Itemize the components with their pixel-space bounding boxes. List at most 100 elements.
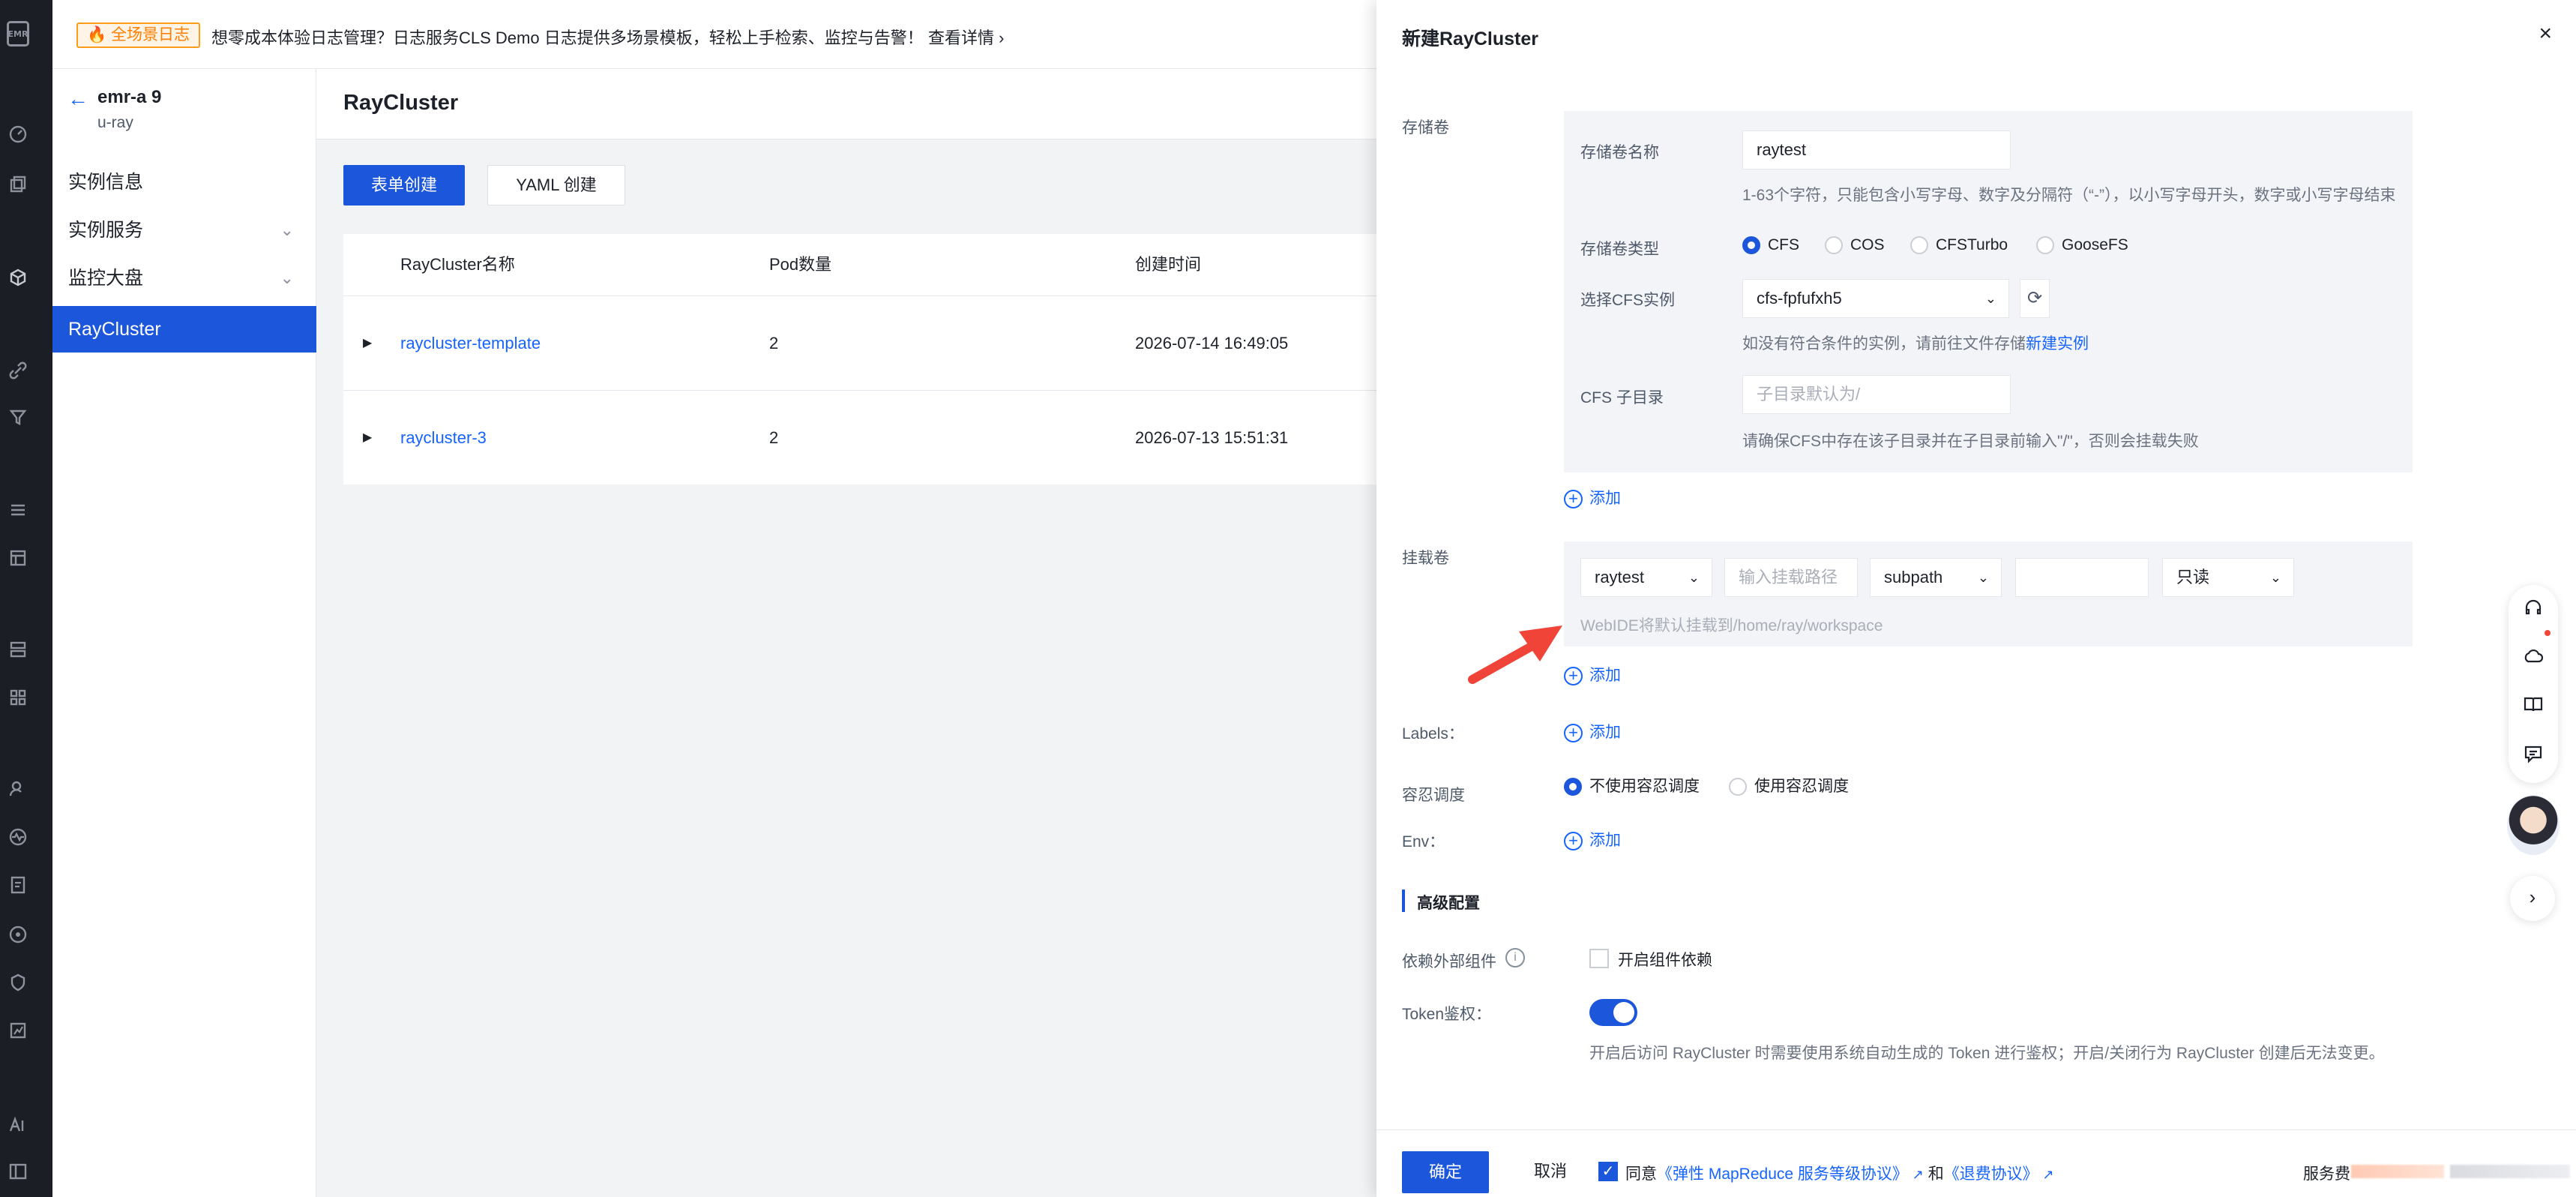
cube-icon[interactable] <box>7 267 28 288</box>
cfs-instance-hint: 如没有符合条件的实例，请前往文件存储新建实例 <box>1742 332 2089 354</box>
agreement-text: 同意《弹性 MapReduce 服务等级协议》 ↗ 和《退费协议》 ↗ <box>1625 1162 2054 1184</box>
env-label: Env： <box>1402 833 1445 850</box>
storage-type-cos-radio[interactable]: COS <box>1825 234 1885 256</box>
form-create-button[interactable]: 表单创建 <box>343 165 465 206</box>
labels-add-button[interactable]: + 添加 <box>1564 722 1621 744</box>
radio-dot-icon <box>1729 778 1747 796</box>
chevron-right-icon[interactable]: › <box>2510 876 2555 921</box>
ai-icon[interactable] <box>7 1114 28 1136</box>
cloud-upload-icon[interactable] <box>2522 645 2545 668</box>
sidebar-item-raycluster[interactable]: RayCluster <box>52 306 316 352</box>
external-link-icon: ↗ <box>1912 1167 1924 1182</box>
chart-icon[interactable] <box>7 1020 28 1041</box>
banner-detail-link[interactable]: 查看详情 › <box>928 25 1004 49</box>
arrow-left-icon[interactable]: ← <box>67 87 88 111</box>
created-time: 2026-07-13 15:51:31 <box>1135 428 1289 447</box>
agree-checkbox[interactable]: ✓ <box>1598 1162 1618 1181</box>
agree-prefix: 同意 <box>1625 1166 1657 1183</box>
expand-row-icon[interactable]: ▶ <box>363 391 372 485</box>
sidebar-item-label: 监控大盘 <box>68 268 144 289</box>
headset-icon[interactable] <box>2522 597 2545 620</box>
sidebar-item-instance-services[interactable]: 实例服务 ⌄ <box>52 207 316 254</box>
plus-circle-icon: + <box>1564 832 1583 850</box>
mount-volume-select[interactable]: raytest ⌄ <box>1580 558 1712 597</box>
link-icon[interactable] <box>7 360 28 381</box>
radio-label: CFS <box>1768 236 1799 254</box>
dashboard-icon[interactable] <box>7 124 28 145</box>
banner-tag-label: 全场景日志 <box>110 26 190 44</box>
subpath-select[interactable]: subpath ⌄ <box>1870 558 2002 597</box>
cancel-button[interactable]: 取消 <box>1507 1151 1594 1193</box>
emr-logo-icon[interactable]: EMR <box>7 21 29 46</box>
report-icon[interactable] <box>7 874 28 896</box>
token-auth-toggle[interactable] <box>1589 999 1637 1026</box>
confirm-button[interactable]: 确定 <box>1402 1151 1489 1193</box>
raycluster-table: RayCluster名称 Pod数量 创建时间 ▶ raycluster-tem… <box>343 234 1376 484</box>
feedback-icon[interactable] <box>2522 742 2545 765</box>
user-settings-icon[interactable] <box>7 778 28 800</box>
radio-label: GooseFS <box>2062 236 2128 254</box>
promo-banner: 🔥 全场景日志 想零成本体验日志管理？日志服务CLS Demo 日志提供多场景模… <box>52 0 1376 69</box>
list-icon[interactable] <box>7 500 28 520</box>
drawer-footer: 确定 取消 ✓ 同意《弹性 MapReduce 服务等级协议》 ↗ 和《退费协议… <box>1376 1130 2576 1197</box>
cfs-subdir-input[interactable]: 子目录默认为/ <box>1742 375 2011 414</box>
instance-sidebar: ← emr-a 9 u-ray 实例信息 实例服务 ⌄ 监控大盘 ⌄ RayClus… <box>52 69 316 1197</box>
assistant-avatar[interactable] <box>2507 795 2560 855</box>
book-icon[interactable] <box>2522 693 2545 716</box>
yaml-create-button[interactable]: YAML 创建 <box>487 165 625 206</box>
cfs-instance-label: 选择CFS实例 <box>1580 292 1675 309</box>
mount-hint: WebIDE将默认挂载到/home/ray/workspace <box>1580 617 1883 634</box>
page-title: RayCluster <box>343 91 459 115</box>
monitor-icon[interactable] <box>7 826 28 848</box>
filter-icon[interactable] <box>7 406 28 428</box>
shield-icon[interactable] <box>7 972 28 993</box>
component-dependency-checkbox[interactable] <box>1589 949 1609 968</box>
chevron-down-icon: ⌄ <box>280 220 294 239</box>
subpath-input[interactable] <box>2015 558 2149 597</box>
server-icon[interactable] <box>7 639 28 660</box>
instance-name: emr-a 9 <box>97 87 162 107</box>
storage-type-cfs-radio[interactable]: CFS <box>1742 234 1799 256</box>
use-toleration-radio[interactable]: 使用容忍调度 <box>1729 776 1849 798</box>
no-toleration-radio[interactable]: 不使用容忍调度 <box>1564 776 1700 798</box>
annotation-arrow-icon <box>1468 626 1562 684</box>
storage-name-input[interactable]: raytest <box>1742 130 2011 170</box>
grid-icon[interactable] <box>7 687 28 708</box>
create-instance-link[interactable]: 新建实例 <box>2026 335 2089 352</box>
sidebar-item-instance-info[interactable]: 实例信息 <box>52 159 316 206</box>
radio-label: 不使用容忍调度 <box>1589 778 1700 795</box>
expand-row-icon[interactable]: ▶ <box>363 296 372 391</box>
radio-dot-icon <box>1564 778 1582 796</box>
subpath-value: subpath <box>1884 568 1943 586</box>
blurred-fee-value <box>2351 1165 2444 1178</box>
mount-add-button[interactable]: + 添加 <box>1564 664 1621 687</box>
created-time: 2026-07-14 16:49:05 <box>1135 334 1289 352</box>
service-level-agreement-link[interactable]: 《弹性 MapReduce 服务等级协议》 <box>1657 1166 1908 1183</box>
global-nav-rail: EMR <box>0 0 52 1197</box>
copy-icon[interactable] <box>7 174 28 195</box>
refresh-icon[interactable]: ⟳ <box>2020 279 2050 318</box>
column-header-created: 创建时间 <box>1135 255 1202 274</box>
mount-mode-select[interactable]: 只读 ⌄ <box>2162 558 2294 597</box>
table-icon[interactable] <box>7 548 28 568</box>
palette-icon[interactable] <box>7 924 28 945</box>
sidebar-item-monitoring[interactable]: 监控大盘 ⌄ <box>52 255 316 302</box>
storage-add-button[interactable]: + 添加 <box>1564 488 1621 510</box>
refund-agreement-link[interactable]: 《退费协议》 <box>1944 1166 2038 1183</box>
storage-type-goosefs-radio[interactable]: GooseFS <box>2036 234 2128 256</box>
service-fee-label: 服务费 <box>2303 1166 2350 1183</box>
collapse-sidebar-icon[interactable] <box>7 1161 28 1182</box>
pod-count: 2 <box>769 428 779 447</box>
env-add-button[interactable]: + 添加 <box>1564 830 1621 852</box>
main-content: RayCluster 表单创建 YAML 创建 RayCluster名称 Pod… <box>316 69 1376 1197</box>
close-icon[interactable]: × <box>2539 21 2552 46</box>
raycluster-name-link[interactable]: raycluster-3 <box>400 391 487 485</box>
cfs-instance-select[interactable]: cfs-fpfufxh5 ⌄ <box>1742 279 2009 318</box>
storage-type-cfsturbo-radio[interactable]: CFSTurbo <box>1910 234 2008 256</box>
banner-text: 想零成本体验日志管理？日志服务CLS Demo 日志提供多场景模板，轻松上手检索… <box>211 28 924 47</box>
raycluster-name-link[interactable]: raycluster-template <box>400 296 541 391</box>
mount-path-input[interactable]: 输入挂载路径 <box>1724 558 1858 597</box>
hint-text: 如没有符合条件的实例，请前往文件存储 <box>1742 335 2026 352</box>
blurred-fee-detail <box>2450 1165 2570 1178</box>
info-icon[interactable]: i <box>1505 948 1525 968</box>
